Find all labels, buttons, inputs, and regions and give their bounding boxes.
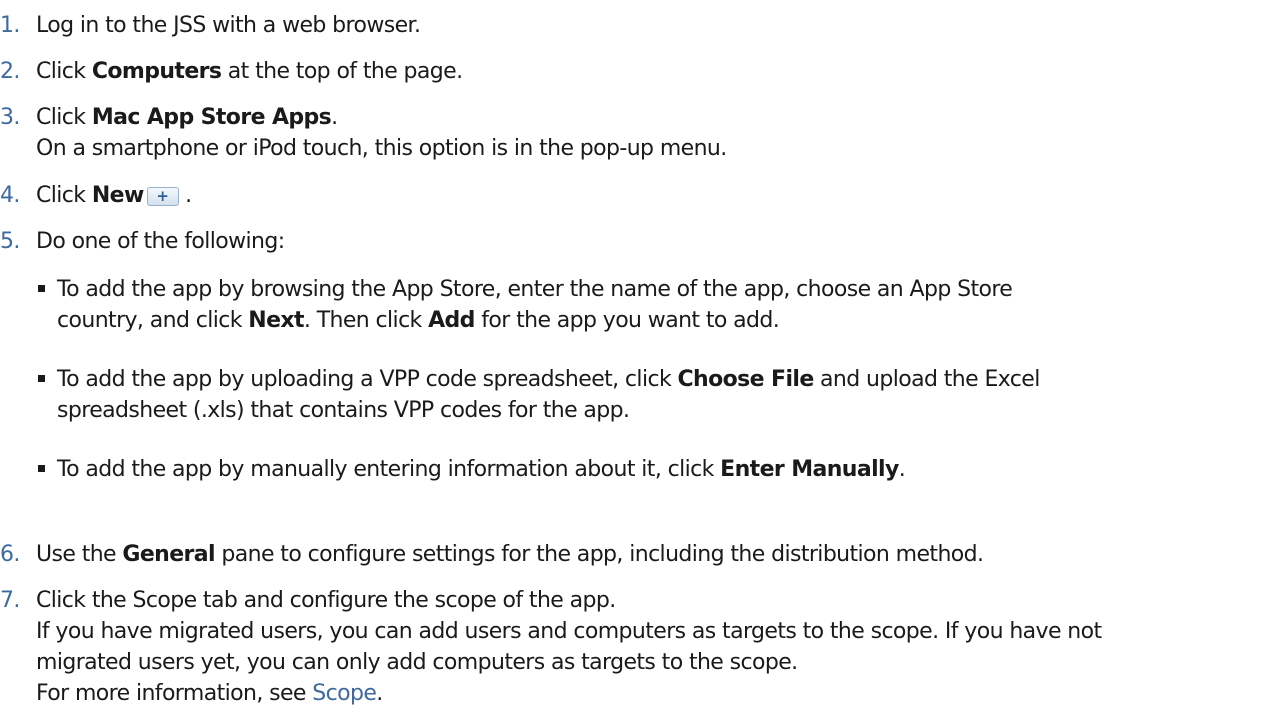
step-text: For more information, see [36, 681, 313, 706]
step-5: 5. Do one of the following: [0, 226, 285, 257]
step-number: 3. [0, 105, 20, 130]
step-1: 1. Log in to the JSS with a web browser. [0, 10, 421, 41]
step-text: at the top of the page. [221, 59, 463, 84]
step-2: 2. Click Computers at the top of the page… [0, 56, 463, 87]
ui-term-add: Add [428, 308, 475, 333]
option-text: . [898, 457, 906, 482]
step-number: 6. [0, 542, 20, 567]
option-browse-app-store: To add the app by browsing the App Store… [36, 274, 1013, 336]
option-text-cont: country, and click Next. Then click Add … [36, 305, 1012, 336]
step-text: Click [36, 105, 92, 130]
step-number: 2. [0, 59, 20, 84]
step-text: Log in to the JSS with a web browser. [36, 13, 421, 38]
step-note: migrated users yet, you can only add com… [36, 650, 798, 675]
step-text: Click the Scope tab and configure the sc… [36, 588, 616, 613]
step-7: 7. Click the Scope tab and configure the … [0, 585, 1102, 709]
ui-term-new: New [91, 183, 144, 208]
ui-term-next: Next [248, 308, 304, 333]
step-6: 6. Use the General pane to configure sett… [0, 539, 984, 570]
step-note: For more information, see Scope. [0, 678, 1102, 709]
step-text: . [376, 681, 383, 706]
step-text: Do one of the following: [36, 229, 285, 254]
bullet-square-icon [38, 465, 45, 472]
step-number: 1. [0, 13, 20, 38]
step-number: 4. [0, 183, 20, 208]
option-upload-vpp-spreadsheet: To add the app by uploading a VPP code s… [36, 364, 1040, 426]
ui-term-mac-app-store-apps: Mac App Store Apps [91, 105, 332, 130]
option-text: and upload the Excel [813, 367, 1040, 392]
step-note: If you have migrated users, you can add … [36, 619, 1102, 644]
step-text: Click [36, 183, 92, 208]
step-text: . [178, 183, 192, 208]
new-plus-button-icon: + [146, 187, 179, 206]
option-text-cont: spreadsheet (.xls) that contains VPP cod… [57, 398, 630, 423]
step-number: 7. [0, 588, 20, 613]
ui-term-enter-manually: Enter Manually [720, 457, 899, 482]
ui-term-choose-file: Choose File [677, 367, 815, 392]
option-text: To add the app by browsing the App Store… [57, 277, 1013, 302]
ui-term-general: General [122, 542, 215, 567]
step-3: 3. Click Mac App Store Apps. On a smartph… [0, 102, 727, 164]
option-text: To add the app by manually entering info… [57, 457, 721, 482]
option-text: for the app you want to add. [474, 308, 780, 333]
option-text: To add the app by uploading a VPP code s… [57, 367, 678, 392]
scope-link[interactable]: Scope [312, 681, 377, 706]
step-text: . [331, 105, 338, 130]
option-text: country, and click [57, 308, 249, 333]
option-text: . Then click [303, 308, 429, 333]
step-number: 5. [0, 229, 20, 254]
step-4: 4. Click New + . [0, 180, 192, 211]
ui-term-computers: Computers [91, 59, 222, 84]
bullet-square-icon [38, 285, 45, 292]
step-note: On a smartphone or iPod touch, this opti… [36, 136, 727, 161]
step-text: Use the [36, 542, 123, 567]
bullet-square-icon [38, 375, 45, 382]
step-text: Click [36, 59, 92, 84]
step-text: pane to configure settings for the app, … [215, 542, 984, 567]
option-enter-manually: To add the app by manually entering info… [36, 454, 906, 485]
